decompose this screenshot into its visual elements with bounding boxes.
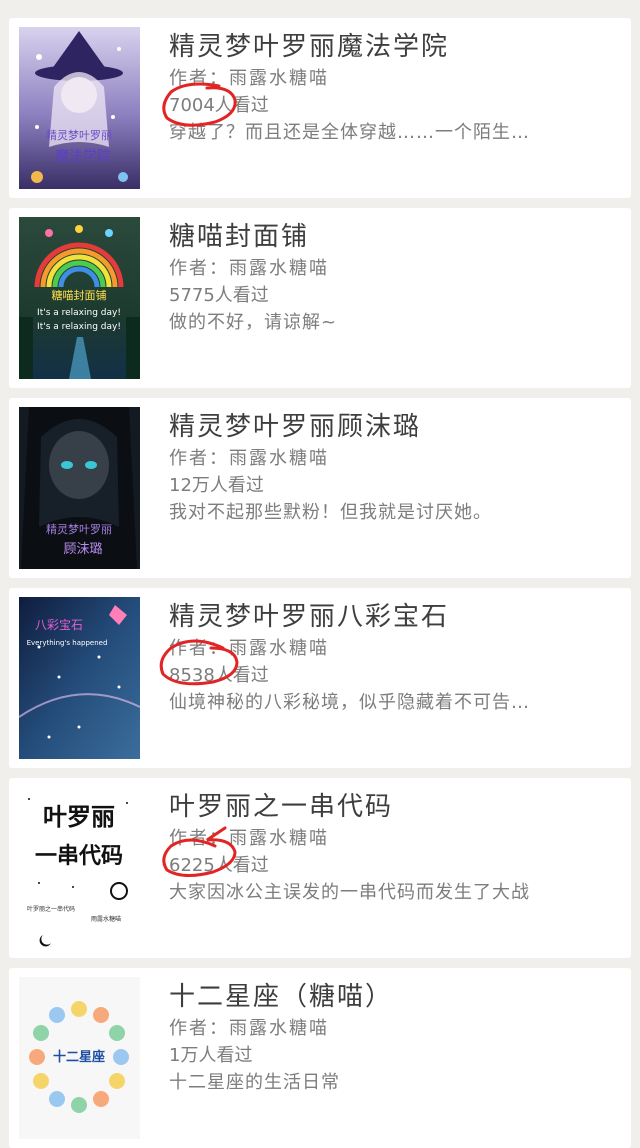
story-title[interactable]: 叶罗丽之一串代码 xyxy=(169,790,621,824)
svg-text:Everything's happened: Everything's happened xyxy=(27,639,108,647)
story-card[interactable]: 精灵梦叶罗丽 顾沫璐 精灵梦叶罗丽顾沫璐 作者：雨露水糖喵 12万人看过 我对不… xyxy=(9,398,631,578)
story-cover-image[interactable]: 精灵梦叶罗丽 顾沫璐 xyxy=(19,407,140,569)
svg-text:精灵梦叶罗丽: 精灵梦叶罗丽 xyxy=(46,129,112,142)
story-description: 我对不起那些默粉！但我就是讨厌她。 xyxy=(169,502,492,523)
story-read-count: 5775人看过 xyxy=(169,285,269,306)
svg-text:糖喵封面铺: 糖喵封面铺 xyxy=(52,288,107,302)
svg-text:魔法学院: 魔法学院 xyxy=(55,149,111,165)
story-title[interactable]: 糖喵封面铺 xyxy=(169,220,621,254)
story-author: 作者：雨露水糖喵 xyxy=(169,828,329,849)
story-description: 穿越了？而且还是全体穿越……一个陌生… xyxy=(169,122,530,143)
story-author: 作者：雨露水糖喵 xyxy=(169,638,329,659)
story-description: 十二星座的生活日常 xyxy=(169,1072,340,1093)
svg-text:精灵梦叶罗丽: 精灵梦叶罗丽 xyxy=(46,523,112,536)
svg-text:十二星座: 十二星座 xyxy=(53,1049,105,1065)
story-cover-image[interactable]: 十二星座 xyxy=(19,977,140,1139)
story-list: 精灵梦叶罗丽 魔法学院 精灵梦叶罗丽魔法学院 作者：雨露水糖喵 7004人看过 … xyxy=(0,0,640,1148)
story-title[interactable]: 精灵梦叶罗丽魔法学院 xyxy=(169,30,621,64)
story-card[interactable]: 糖喵封面铺 It's a relaxing day! It's a relaxi… xyxy=(9,208,631,388)
story-read-count: 12万人看过 xyxy=(169,475,264,496)
story-cover-image[interactable]: 糖喵封面铺 It's a relaxing day! It's a relaxi… xyxy=(19,217,140,379)
story-description: 仙境神秘的八彩秘境，似乎隐藏着不可告… xyxy=(169,692,530,713)
story-cover-image[interactable]: 叶罗丽 一串代码 叶罗丽之一串代码 雨露水糖喵 xyxy=(19,787,140,949)
svg-text:It's a relaxing day!: It's a relaxing day! xyxy=(37,308,121,318)
story-card[interactable]: 精灵梦叶罗丽 魔法学院 精灵梦叶罗丽魔法学院 作者：雨露水糖喵 7004人看过 … xyxy=(9,18,631,198)
story-cover-image[interactable]: 精灵梦叶罗丽 魔法学院 xyxy=(19,27,140,189)
story-author: 作者：雨露水糖喵 xyxy=(169,258,329,279)
svg-text:叶罗丽: 叶罗丽 xyxy=(43,803,115,831)
svg-text:一串代码: 一串代码 xyxy=(35,844,123,869)
story-read-count: 6225人看过 xyxy=(169,855,269,876)
story-card[interactable]: 八彩宝石 Everything's happened 精灵梦叶罗丽八彩宝石 作者… xyxy=(9,588,631,768)
story-card[interactable]: 十二星座 十二星座（糖喵） 作者：雨露水糖喵 1万人看过 十二星座的生活日常 xyxy=(9,968,631,1148)
story-read-count: 1万人看过 xyxy=(169,1045,253,1066)
story-read-count: 7004人看过 xyxy=(169,95,269,116)
story-author: 作者：雨露水糖喵 xyxy=(169,1018,329,1039)
story-card[interactable]: 叶罗丽 一串代码 叶罗丽之一串代码 雨露水糖喵 叶罗丽之一串代码 作者：雨露水糖… xyxy=(9,778,631,958)
story-description: 大家因冰公主误发的一串代码而发生了大战 xyxy=(169,882,530,903)
svg-text:八彩宝石: 八彩宝石 xyxy=(35,618,83,632)
story-cover-image[interactable]: 八彩宝石 Everything's happened xyxy=(19,597,140,759)
svg-text:It's a relaxing day!: It's a relaxing day! xyxy=(37,322,121,332)
svg-text:雨露水糖喵: 雨露水糖喵 xyxy=(91,915,121,923)
story-read-count: 8538人看过 xyxy=(169,665,269,686)
story-title[interactable]: 精灵梦叶罗丽顾沫璐 xyxy=(169,410,621,444)
story-author: 作者：雨露水糖喵 xyxy=(169,448,329,469)
svg-text:顾沫璐: 顾沫璐 xyxy=(63,542,102,557)
story-title[interactable]: 十二星座（糖喵） xyxy=(169,980,621,1014)
story-description: 做的不好，请谅解~ xyxy=(169,312,338,333)
story-author: 作者：雨露水糖喵 xyxy=(169,68,329,89)
svg-text:叶罗丽之一串代码: 叶罗丽之一串代码 xyxy=(27,905,75,913)
story-title[interactable]: 精灵梦叶罗丽八彩宝石 xyxy=(169,600,621,634)
